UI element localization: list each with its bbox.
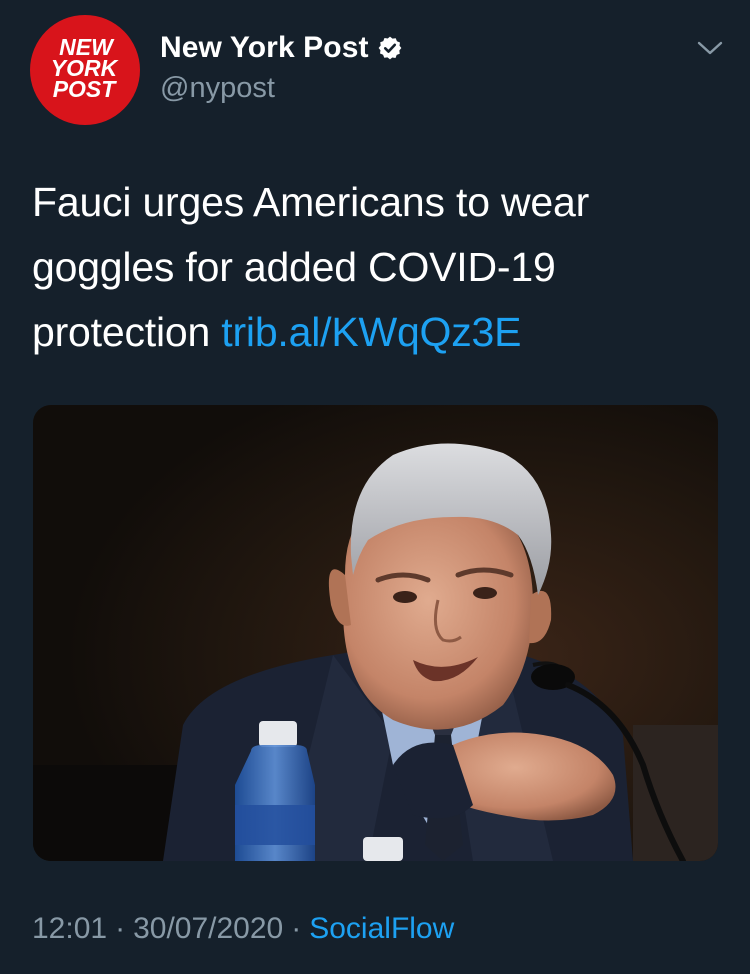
tweet-text: Fauci urges Americans to wear goggles fo… (32, 170, 722, 365)
display-name[interactable]: New York Post (160, 31, 369, 65)
tweet-time: 12:01 (32, 912, 108, 945)
tweet-metadata: 12:01 · 30/07/2020 · SocialFlow (32, 912, 454, 946)
avatar[interactable]: NEW YORK POST (30, 15, 140, 125)
new-york-post-logo: NEW YORK POST (51, 34, 119, 102)
tweet-date: 30/07/2020 (133, 912, 284, 945)
tweet-photo[interactable] (33, 405, 718, 861)
tweet-link[interactable]: trib.al/KWqQz3E (221, 309, 521, 355)
display-name-row[interactable]: New York Post (160, 31, 403, 65)
chevron-down-icon[interactable] (696, 36, 724, 60)
photo-illustration (33, 405, 718, 861)
account-handle[interactable]: @nypost (160, 72, 275, 105)
verified-badge-icon (377, 35, 403, 61)
separator-dot: · (291, 912, 302, 945)
separator-dot: · (115, 912, 126, 945)
logo-text-post: POST (53, 76, 118, 102)
tweet-source-link[interactable]: SocialFlow (309, 912, 454, 945)
